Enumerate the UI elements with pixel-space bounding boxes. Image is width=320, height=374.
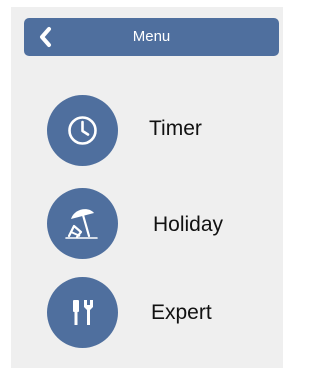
tools-icon — [73, 300, 93, 325]
menu-item-label: Expert — [151, 301, 212, 324]
header-title: Menu — [132, 28, 171, 45]
timer-icon-circle — [47, 95, 118, 166]
menu-item-label: Holiday — [153, 213, 224, 236]
beach-umbrella-icon — [65, 209, 98, 239]
menu-screen: Menu Timer Holiday Expert — [11, 7, 283, 368]
menu-item-expert[interactable]: Expert — [47, 277, 267, 349]
header-bar: Menu — [24, 18, 279, 56]
menu-item-label: Timer — [149, 117, 202, 140]
expert-icon-circle — [47, 277, 118, 348]
menu-item-timer[interactable]: Timer — [47, 95, 267, 167]
menu-item-holiday[interactable]: Holiday — [47, 188, 267, 260]
clock-icon — [68, 116, 97, 145]
holiday-icon-circle — [47, 188, 118, 259]
